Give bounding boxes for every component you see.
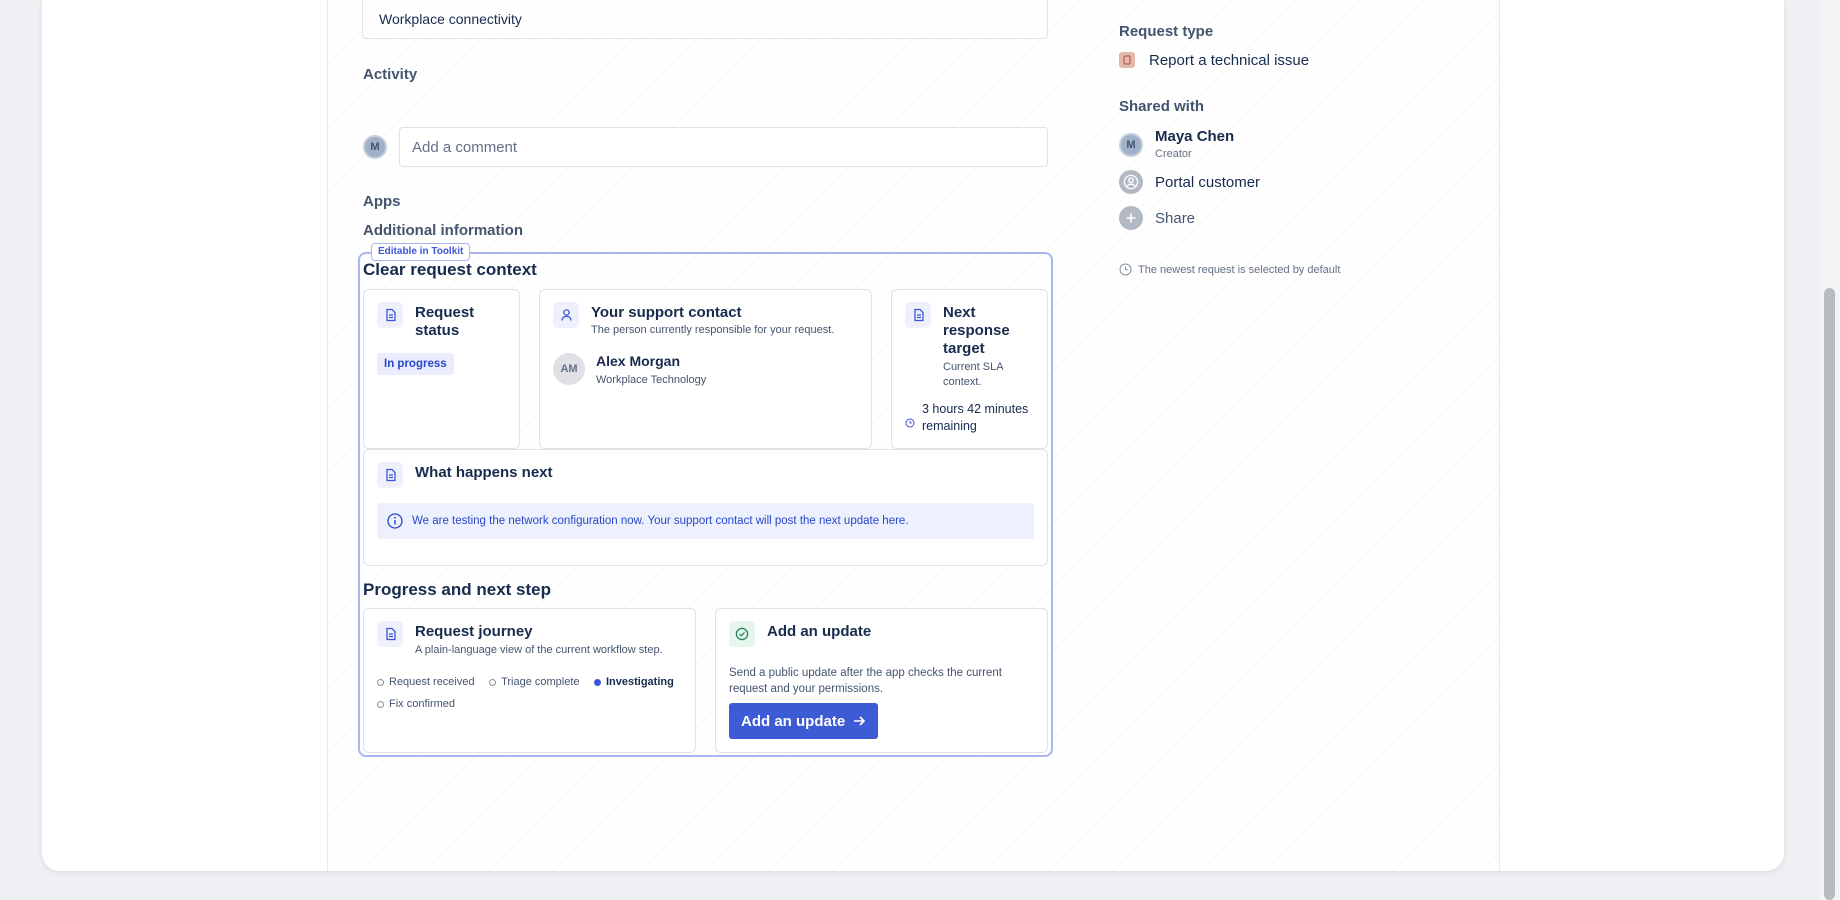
step-label: Triage complete [501, 676, 580, 688]
scrollbar[interactable] [1820, 0, 1840, 900]
portal-customer-label: Portal customer [1155, 174, 1261, 191]
avatar-initials: AM [560, 363, 578, 375]
summary-field[interactable]: Workplace connectivity [362, 0, 1048, 39]
avatar-initial: M [370, 141, 380, 153]
avatar-initial: M [1126, 139, 1136, 151]
support-contact-title: Your support contact [591, 304, 742, 321]
avatar: M [363, 135, 387, 159]
activity-heading: Activity [363, 66, 418, 83]
journey-steps: Request received Triage complete Investi… [377, 671, 687, 715]
check-circle-icon [729, 621, 755, 647]
apps-heading: Apps [363, 193, 401, 210]
footnote-text: The newest request is selected by defaul… [1138, 263, 1341, 276]
next-response-subtitle: Current SLA context. [943, 361, 1003, 388]
step-dot [593, 679, 601, 686]
document-icon [905, 302, 931, 328]
info-message: We are testing the network configuration… [412, 515, 909, 527]
share-label: Share [1155, 209, 1196, 227]
clock-icon [1119, 263, 1132, 276]
info-icon [387, 513, 403, 529]
request-type-value: Report a technical issue [1149, 52, 1310, 69]
journey-step: Request received [377, 672, 475, 693]
step-label: Fix confirmed [389, 698, 456, 710]
what-happens-next-title: What happens next [415, 464, 553, 481]
contact-name: Alex Morgan [596, 353, 681, 369]
person-icon [553, 302, 579, 328]
request-status-card: Request status In progress [363, 289, 520, 449]
additional-information-heading: Additional information [363, 222, 523, 239]
support-contact-subtitle: The person currently responsible for you… [591, 324, 835, 336]
share-button[interactable]: Share [1119, 206, 1195, 230]
journey-step: Fix confirmed [377, 694, 455, 715]
context-title: Clear request context [363, 260, 537, 279]
journey-step: Triage complete [489, 672, 580, 693]
request-journey-title: Request journey [415, 623, 533, 640]
document-icon [377, 621, 403, 647]
step-dot [377, 679, 384, 686]
next-response-title: Next response target [943, 304, 1010, 357]
add-update-description: Send a public update after the app check… [729, 667, 1002, 695]
step-dot [377, 701, 384, 708]
request-status-title: Request status [415, 304, 475, 339]
comment-input[interactable] [399, 127, 1048, 167]
avatar: M [1119, 133, 1143, 157]
scrollbar-thumb[interactable] [1824, 288, 1835, 900]
plus-icon [1119, 206, 1143, 230]
add-update-button[interactable]: Add an update [729, 703, 879, 739]
document-icon [377, 302, 403, 328]
sla-remaining: 3 hours 42 minutes remaining [922, 402, 1029, 433]
status-badge: In progress [377, 353, 454, 375]
request-journey-subtitle: A plain-language view of the current wor… [415, 644, 663, 656]
shared-with-heading: Shared with [1119, 98, 1205, 115]
user-placeholder-icon [1119, 170, 1143, 194]
journey-step-current: Investigating [593, 672, 674, 693]
info-banner: We are testing the network configuration… [377, 503, 1034, 539]
step-label: Request received [389, 676, 475, 688]
document-icon [377, 462, 403, 488]
footnote: The newest request is selected by defaul… [1119, 263, 1340, 276]
shared-person-name: Maya Chen [1155, 128, 1235, 145]
contact-team: Workplace Technology [596, 374, 707, 386]
editable-in-toolkit-badge[interactable]: Editable in Toolkit [371, 243, 471, 261]
arrow-right-icon [854, 716, 866, 726]
clock-icon [905, 415, 915, 428]
request-type-icon [1119, 52, 1135, 68]
avatar: AM [553, 353, 585, 385]
request-journey-card: Request journey A plain-language view of… [363, 608, 696, 753]
add-update-button-label: Add an update [741, 712, 846, 730]
add-update-title: Add an update [767, 623, 872, 640]
shared-person-role: Creator [1155, 148, 1192, 160]
support-contact-card: Your support contact The person currentl… [539, 289, 872, 449]
next-response-card: Next response target Current SLA context… [891, 289, 1048, 449]
step-label: Investigating [605, 676, 674, 688]
request-type-heading: Request type [1119, 23, 1214, 40]
step-dot [489, 679, 497, 686]
progress-title: Progress and next step [363, 580, 552, 599]
